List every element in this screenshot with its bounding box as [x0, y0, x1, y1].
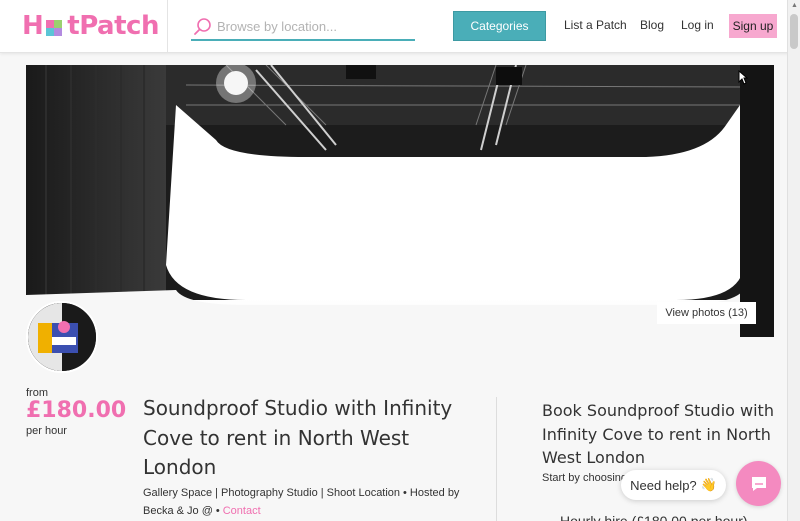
listing-meta: Gallery Space | Photography Studio | Sho…	[143, 484, 463, 520]
scroll-thumb[interactable]	[790, 14, 798, 49]
nav-log-in[interactable]: Log in	[681, 18, 714, 32]
logo-text-prefix: H	[22, 11, 44, 41]
contact-link[interactable]: Contact	[223, 505, 261, 517]
header-divider	[167, 0, 168, 53]
waving-hand-icon: 👋	[700, 477, 717, 492]
separator-dot: •	[403, 487, 407, 499]
separator-dot: •	[215, 505, 220, 517]
booking-subtitle: Start by choosing	[542, 472, 627, 484]
logo-text-suffix: tPatch	[67, 11, 159, 41]
price-amount: £180.00	[26, 398, 127, 423]
search-input[interactable]	[217, 19, 407, 34]
view-photos-button[interactable]: View photos (13)	[657, 302, 756, 324]
nav-blog[interactable]: Blog	[640, 18, 664, 32]
hotpatch-logo[interactable]: HtPatch	[22, 11, 159, 41]
mouse-cursor-icon	[738, 70, 748, 85]
booking-option[interactable]: Hourly hire (£180.00 per hour)	[560, 513, 748, 521]
studio-photo-illustration	[26, 65, 774, 337]
top-header: HtPatch Categories List a Patch Blog Log…	[0, 0, 800, 53]
listing-title: Soundproof Studio with Infinity Cove to …	[143, 396, 453, 479]
page-scrollbar[interactable]: ▲	[787, 0, 800, 521]
location-search[interactable]	[191, 14, 415, 41]
host-avatar-image	[28, 303, 96, 371]
logo-o-icon	[44, 15, 66, 37]
hero-photo[interactable]	[26, 65, 774, 337]
chat-icon	[751, 476, 766, 491]
scroll-up-arrow-icon[interactable]: ▲	[791, 2, 798, 9]
booking-title: Book Soundproof Studio with Infinity Cov…	[542, 401, 774, 467]
categories-button[interactable]: Categories	[453, 11, 546, 41]
need-help-label: Need help?	[630, 477, 697, 493]
listing-categories[interactable]: Gallery Space | Photography Studio | Sho…	[143, 487, 400, 499]
search-icon	[194, 17, 211, 35]
sign-up-button[interactable]: Sign up	[729, 14, 777, 38]
content-divider	[496, 397, 497, 521]
need-help-bubble[interactable]: Need help? 👋	[621, 470, 726, 500]
host-avatar[interactable]	[26, 301, 98, 373]
chat-button[interactable]	[736, 461, 781, 506]
price-unit: per hour	[26, 425, 67, 437]
nav-list-a-patch[interactable]: List a Patch	[564, 18, 627, 32]
